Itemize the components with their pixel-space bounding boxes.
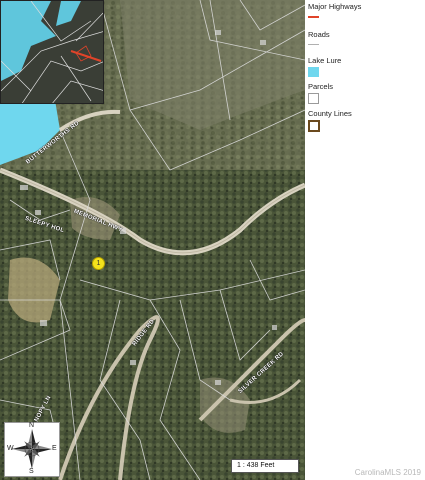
county-line-swatch-icon xyxy=(308,120,320,132)
compass-rose: N S E W xyxy=(4,422,60,477)
legend-major-highways: Major Highways xyxy=(308,2,361,11)
compass-south: S xyxy=(29,468,34,475)
legend-label: Roads xyxy=(308,30,330,39)
compass-west: W xyxy=(7,445,14,452)
compass-east: E xyxy=(52,445,57,452)
road-line-icon xyxy=(308,44,319,45)
highway-line-icon xyxy=(308,16,319,18)
legend-county-lines: County Lines xyxy=(308,109,352,118)
copyright-credit: CarolinaMLS 2019 xyxy=(354,468,421,477)
compass-north: N xyxy=(29,422,35,429)
legend-label: Lake Lure xyxy=(308,56,342,65)
aerial-map[interactable]: BUTTERWORTHS RD SLEEPY HOL MEMORIAL HWY … xyxy=(0,0,305,480)
property-marker[interactable]: 1 xyxy=(92,257,105,270)
parcel-swatch-icon xyxy=(308,93,319,104)
inset-imagery xyxy=(1,1,103,103)
legend-roads: Roads xyxy=(308,30,330,39)
map-legend: Major Highways Roads Lake Lure Parcels C… xyxy=(305,0,425,480)
legend-label: Major Highways xyxy=(308,2,362,11)
lake-swatch-icon xyxy=(308,67,319,77)
legend-label: Parcels xyxy=(308,82,334,91)
scale-bar: 1 : 438 Feet xyxy=(231,459,299,473)
legend-lake-lure: Lake Lure xyxy=(308,56,341,65)
legend-label: County Lines xyxy=(308,109,352,118)
overview-inset-map[interactable] xyxy=(0,0,104,104)
legend-parcels: Parcels xyxy=(308,82,333,91)
